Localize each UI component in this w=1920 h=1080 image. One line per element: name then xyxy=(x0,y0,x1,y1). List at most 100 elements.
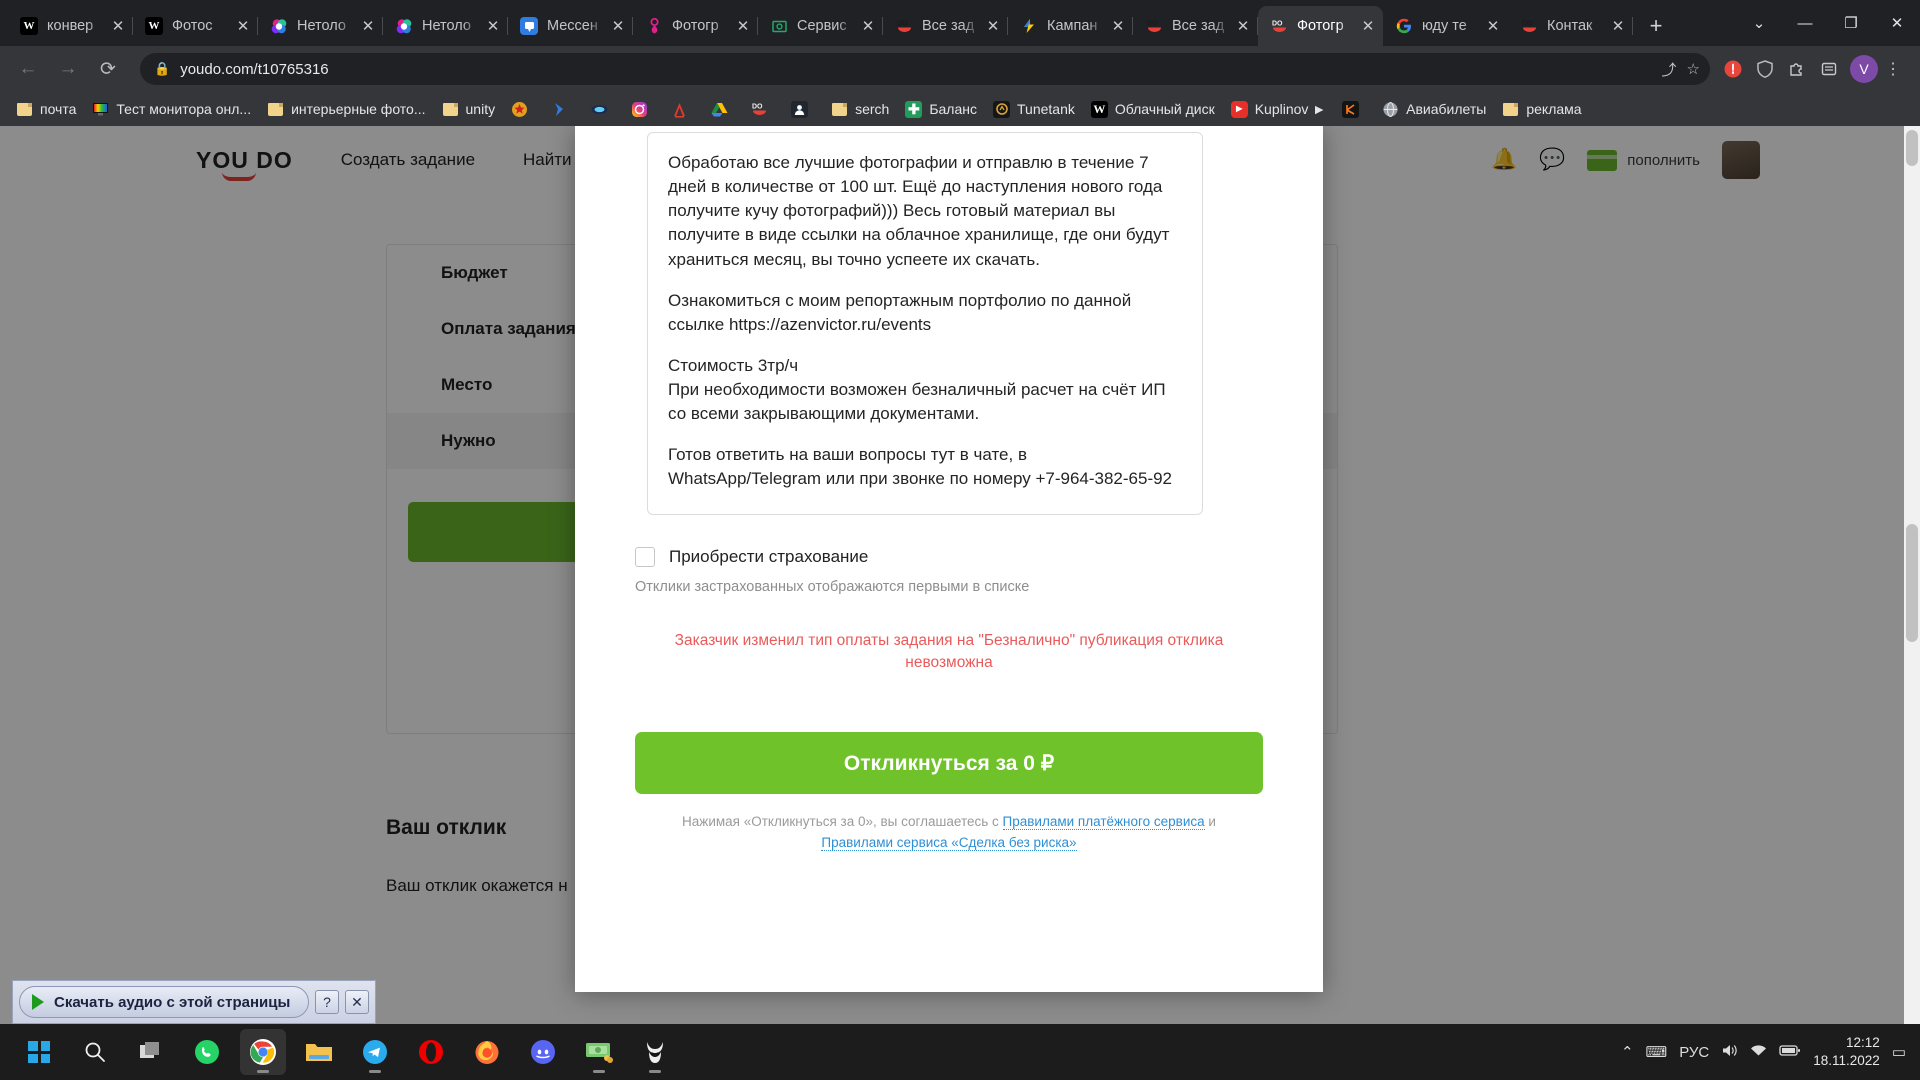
tab-close-icon[interactable]: ✕ xyxy=(984,17,1002,35)
browser-tab-active[interactable]: DO Фотогр ✕ xyxy=(1258,6,1383,46)
chrome-menu-icon[interactable]: ⋮ xyxy=(1878,54,1908,84)
bookmark-item[interactable] xyxy=(1334,96,1374,122)
bookmark-item[interactable] xyxy=(663,96,703,122)
bookmark-item[interactable]: почта xyxy=(8,96,84,122)
whatsapp-button[interactable] xyxy=(184,1029,230,1075)
tab-close-icon[interactable]: ✕ xyxy=(359,17,377,35)
bookmark-item[interactable]: ▶ Kuplinov ► xyxy=(1223,96,1334,122)
tab-close-icon[interactable]: ✕ xyxy=(109,17,127,35)
browser-tab[interactable]: Нетоло ✕ xyxy=(258,6,383,46)
omnibox-actions: ⤴ ☆ xyxy=(1662,53,1700,85)
offer-paragraph: Стоимость 3тр/ч При необходимости возмож… xyxy=(668,355,1166,424)
task-view-button[interactable] xyxy=(128,1029,174,1075)
tab-close-icon[interactable]: ✕ xyxy=(1234,17,1252,35)
maximize-button[interactable]: ❐ xyxy=(1828,4,1874,42)
language-indicator[interactable]: РУС xyxy=(1679,1044,1709,1061)
bookmark-item[interactable]: ✚ Баланс xyxy=(897,96,985,122)
tab-close-icon[interactable]: ✕ xyxy=(1359,17,1377,35)
network-icon[interactable] xyxy=(1750,1043,1767,1062)
volume-icon[interactable] xyxy=(1721,1043,1738,1062)
tab-close-icon[interactable]: ✕ xyxy=(1609,17,1627,35)
tab-list-button[interactable]: ⌄ xyxy=(1736,4,1782,42)
forward-icon[interactable]: → xyxy=(52,53,84,85)
tab-close-icon[interactable]: ✕ xyxy=(609,17,627,35)
new-tab-button[interactable]: + xyxy=(1639,9,1673,43)
word-icon: W xyxy=(1090,100,1108,118)
payment-rules-link[interactable]: Правилами платёжного сервиса xyxy=(1002,814,1205,831)
bookmark-item[interactable]: интерьерные фото... xyxy=(259,96,433,122)
clock[interactable]: 12:12 18.11.2022 xyxy=(1813,1034,1880,1070)
bookmark-item[interactable]: реклама xyxy=(1494,96,1589,122)
insurance-row[interactable]: Приобрести страхование xyxy=(635,546,1263,567)
profile-avatar[interactable]: V xyxy=(1850,55,1878,83)
adblock-icon[interactable] xyxy=(1718,54,1748,84)
scrollbar-thumb-outer[interactable] xyxy=(1906,130,1918,166)
browser-tab[interactable]: Фотогр ✕ xyxy=(633,6,758,46)
browser-tab[interactable]: DO Все зад ✕ xyxy=(883,6,1008,46)
respond-button[interactable]: Откликнуться за 0 ₽ xyxy=(635,732,1263,795)
bookmark-item[interactable] xyxy=(583,96,623,122)
bookmark-item[interactable]: Авиабилеты xyxy=(1374,96,1494,122)
insurance-checkbox[interactable] xyxy=(635,546,655,567)
safe-deal-rules-link[interactable]: Правилами сервиса «Сделка без риска» xyxy=(821,834,1077,851)
help-button[interactable]: ? xyxy=(315,990,339,1014)
bookmark-item[interactable] xyxy=(703,96,743,122)
close-window-button[interactable]: ✕ xyxy=(1874,4,1920,42)
keyboard-icon[interactable]: ⌨ xyxy=(1646,1043,1668,1061)
bookmark-item[interactable] xyxy=(623,96,663,122)
money-app-button[interactable] xyxy=(576,1029,622,1075)
search-icon xyxy=(85,1042,105,1062)
star-icon[interactable]: ☆ xyxy=(1687,60,1700,78)
address-bar[interactable]: 🔒 youdo.com/t10765316 ⤴ ☆ xyxy=(140,53,1710,85)
bookmark-item[interactable]: serch xyxy=(823,96,897,122)
bookmark-item[interactable] xyxy=(543,96,583,122)
telegram-button[interactable] xyxy=(352,1029,398,1075)
bookmark-item[interactable]: W Облачный диск xyxy=(1083,96,1223,122)
list-icon[interactable] xyxy=(1814,54,1844,84)
scrollbar-thumb-modal[interactable] xyxy=(1906,524,1918,642)
reload-icon[interactable]: ⟳ xyxy=(92,53,124,85)
bookmark-item[interactable] xyxy=(783,96,823,122)
browser-tab[interactable]: Мессен ✕ xyxy=(508,6,633,46)
notifications-icon[interactable]: ▭ xyxy=(1892,1043,1906,1061)
tab-close-icon[interactable]: ✕ xyxy=(484,17,502,35)
close-download-bar-button[interactable]: ✕ xyxy=(345,990,369,1014)
firefox-icon xyxy=(475,1041,499,1064)
bookmark-item[interactable] xyxy=(503,96,543,122)
browser-tab[interactable]: Кампан ✕ xyxy=(1008,6,1133,46)
bookmark-item[interactable]: Тест монитора онл... xyxy=(84,96,259,122)
download-audio-button[interactable]: Скачать аудио с этой страницы xyxy=(19,986,309,1018)
battery-icon[interactable] xyxy=(1779,1044,1801,1061)
hollowknight-button[interactable] xyxy=(632,1029,678,1075)
page-scrollbar[interactable]: ▲ ▼ xyxy=(1904,126,1920,1044)
chrome-button[interactable] xyxy=(240,1029,286,1075)
search-button[interactable] xyxy=(72,1029,118,1075)
firefox-button[interactable] xyxy=(464,1029,510,1075)
opera-button[interactable] xyxy=(408,1029,454,1075)
chevron-up-icon[interactable]: ⌃ xyxy=(1621,1043,1634,1061)
bookmark-item[interactable]: unity xyxy=(434,96,504,122)
discord-button[interactable] xyxy=(520,1029,566,1075)
browser-tab[interactable]: Сервис ✕ xyxy=(758,6,883,46)
share-icon[interactable]: ⤴ xyxy=(1662,59,1677,80)
browser-tab[interactable]: W конвер ✕ xyxy=(8,6,133,46)
browser-tab[interactable]: DO Все зад ✕ xyxy=(1133,6,1258,46)
tab-close-icon[interactable]: ✕ xyxy=(859,17,877,35)
minimize-button[interactable]: — xyxy=(1782,4,1828,42)
puzzle-icon[interactable] xyxy=(1782,54,1812,84)
start-button[interactable] xyxy=(16,1029,62,1075)
tab-close-icon[interactable]: ✕ xyxy=(234,17,252,35)
browser-tab[interactable]: DO Контак ✕ xyxy=(1508,6,1633,46)
bookmark-item[interactable]: Tunetank xyxy=(985,96,1083,122)
yandex-direct-icon xyxy=(1020,17,1038,35)
browser-tab[interactable]: юду те ✕ xyxy=(1383,6,1508,46)
back-icon[interactable]: ← xyxy=(12,53,44,85)
tab-close-icon[interactable]: ✕ xyxy=(734,17,752,35)
explorer-button[interactable] xyxy=(296,1029,342,1075)
tab-close-icon[interactable]: ✕ xyxy=(1109,17,1127,35)
bookmark-item[interactable]: DO xyxy=(743,96,783,122)
browser-tab[interactable]: Нетоло ✕ xyxy=(383,6,508,46)
tab-close-icon[interactable]: ✕ xyxy=(1484,17,1502,35)
browser-tab[interactable]: W Фотос ✕ xyxy=(133,6,258,46)
shield-icon[interactable] xyxy=(1750,54,1780,84)
